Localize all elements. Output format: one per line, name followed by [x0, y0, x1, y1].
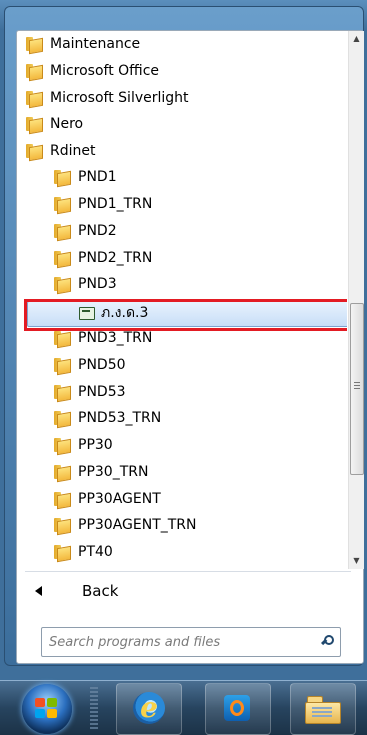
all-programs-list: Maintenance Microsoft Office Microsoft S… — [17, 31, 347, 569]
folder-icon — [54, 545, 71, 563]
folder-label: PND2 — [78, 223, 117, 239]
folder-icon — [54, 277, 71, 295]
taskbar-gripper[interactable] — [90, 687, 98, 731]
start-menu-programs-panel: Maintenance Microsoft Office Microsoft S… — [16, 30, 364, 664]
folder-icon — [54, 492, 71, 510]
folder-label: PND53 — [78, 384, 126, 400]
folder-icon — [54, 331, 71, 349]
folder-icon — [26, 117, 43, 135]
folder-label: Rdinet — [50, 143, 96, 159]
taskbar: e — [0, 680, 367, 735]
folder-label: PP30AGENT_TRN — [78, 517, 197, 533]
folder-label: PND2_TRN — [78, 250, 153, 266]
folder-label: PND3 — [78, 276, 117, 292]
folder-label: Maintenance — [50, 36, 141, 52]
folder-icon — [26, 144, 43, 162]
folder-label: PND3_TRN — [78, 330, 153, 346]
folder-icon — [54, 197, 71, 215]
search-icon[interactable] — [321, 635, 334, 646]
back-arrow-icon — [35, 586, 42, 596]
folder-label: PP30AGENT — [78, 491, 161, 507]
start-button[interactable] — [22, 684, 72, 734]
folder-label: Microsoft Silverlight — [50, 90, 189, 106]
menu-separator — [25, 571, 351, 572]
taskbar-internet-explorer-button[interactable]: e — [116, 683, 182, 735]
start-menu: Maintenance Microsoft Office Microsoft S… — [4, 6, 364, 666]
folder-label: PND1_TRN — [78, 196, 153, 212]
folder-icon — [26, 91, 43, 109]
folder-label: PP30 — [78, 437, 113, 453]
scrollbar-thumb[interactable] — [350, 303, 364, 475]
taskbar-media-player-button[interactable] — [205, 683, 271, 735]
folder-label: PND53_TRN — [78, 410, 162, 426]
folder-icon — [54, 170, 71, 188]
scroll-up-arrow-icon[interactable]: ▲ — [349, 31, 364, 47]
back-button[interactable]: Back — [35, 579, 155, 603]
media-player-icon — [224, 695, 250, 721]
folder-icon — [26, 64, 43, 82]
folder-icon — [54, 411, 71, 429]
folder-label: PND1 — [78, 169, 117, 185]
folder-icon — [54, 224, 71, 242]
back-label: Back — [82, 582, 119, 600]
folder-icon — [54, 385, 71, 403]
program-list-scrollbar[interactable]: ▲ ▼ — [348, 31, 364, 569]
red-highlight-annotation — [24, 299, 347, 331]
folder-label: PP30_TRN — [78, 464, 149, 480]
folder-label: Microsoft Office — [50, 63, 160, 79]
windows-logo-icon — [35, 698, 59, 720]
folder-label: PND50 — [78, 357, 126, 373]
scrollbar-grip-icon — [354, 382, 360, 390]
folder-icon — [26, 37, 43, 55]
search-input[interactable] — [49, 633, 309, 651]
folder-label: Nero — [50, 116, 84, 132]
folder-label: PT40 — [78, 544, 113, 560]
folder-icon — [54, 438, 71, 456]
folder-icon — [54, 518, 71, 536]
folder-icon — [54, 251, 71, 269]
scroll-down-arrow-icon[interactable]: ▼ — [349, 553, 364, 569]
search-box[interactable] — [41, 627, 341, 657]
internet-explorer-icon: e — [133, 692, 165, 724]
windows-explorer-icon — [305, 696, 341, 724]
taskbar-windows-explorer-button[interactable] — [290, 683, 356, 735]
folder-icon — [54, 358, 71, 376]
folder-icon — [54, 465, 71, 483]
